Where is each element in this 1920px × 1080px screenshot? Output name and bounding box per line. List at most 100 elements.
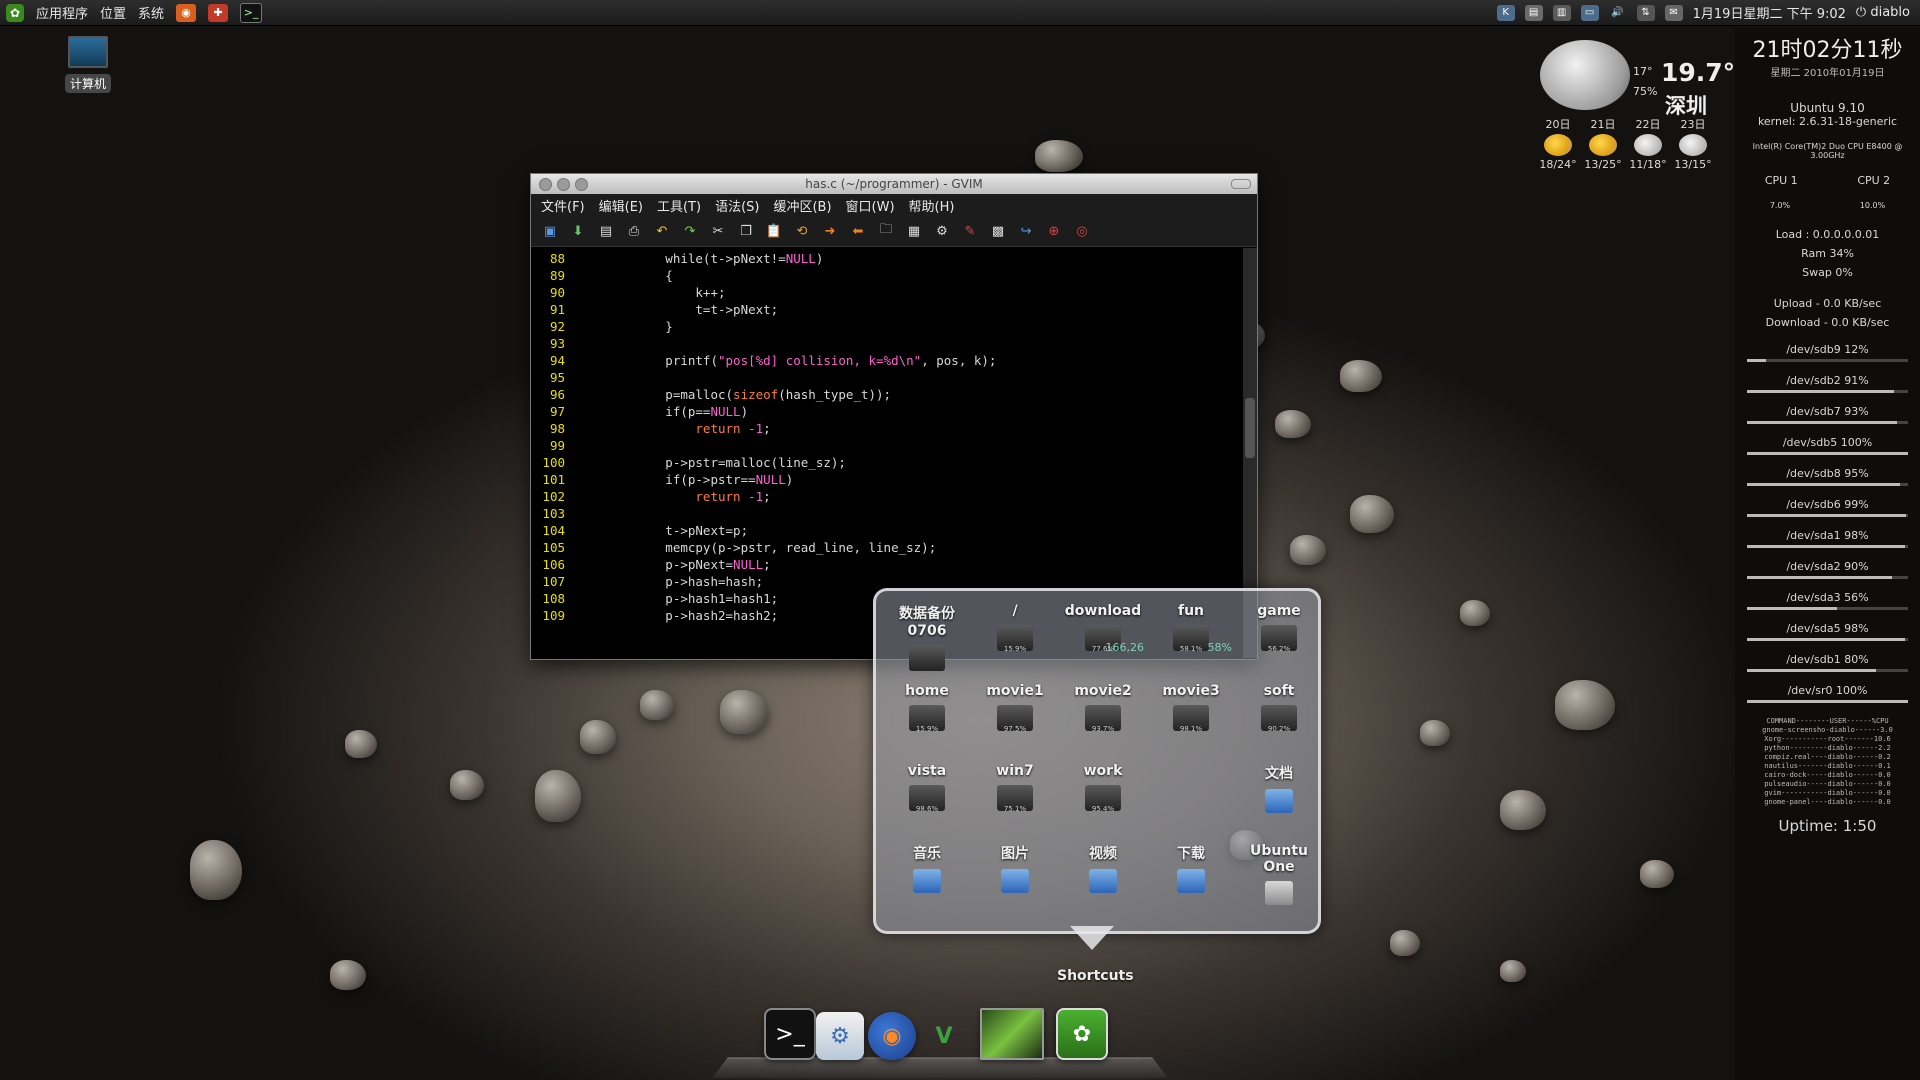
menu-window[interactable]: 窗口(W) (846, 196, 895, 215)
shortcut-item[interactable]: movie3 98.1% (1146, 683, 1236, 733)
tray-screen-icon[interactable]: ▭ (1580, 4, 1599, 21)
forecast-day: 20日 18/24° (1537, 116, 1579, 171)
save-all-icon[interactable]: ▤ (595, 220, 617, 242)
shortcut-item[interactable]: fun 58.1% 58% (1146, 603, 1236, 654)
dock-shelf (711, 1057, 1169, 1079)
tray-clipboard-icon[interactable]: ▥ (1552, 4, 1571, 21)
shortcut-item[interactable]: movie1 97.5% (970, 683, 1060, 733)
load-session-icon[interactable]: 🗀 (875, 220, 897, 242)
user-menu[interactable]: ⏻ diablo (1856, 5, 1910, 20)
tray-network-monitor-icon[interactable]: ▤ (1524, 4, 1543, 21)
maximize-button[interactable] (575, 178, 588, 191)
minimize-button[interactable] (557, 178, 570, 191)
make-icon[interactable]: ✎ (959, 220, 981, 242)
disk-usage-bar (1747, 700, 1908, 703)
menu-tools[interactable]: 工具(T) (657, 196, 701, 215)
shortcut-item[interactable]: 文档 (1234, 763, 1324, 813)
gnome-foot-icon[interactable]: ✿ (6, 3, 24, 22)
shortcut-item[interactable]: work 95.4% (1058, 763, 1148, 813)
shortcut-item[interactable]: 图片 (970, 843, 1060, 893)
process-row: gvim-----------diablo------0.0 (1764, 789, 1891, 797)
find-replace-icon[interactable]: ⟲ (791, 220, 813, 242)
menu-applications[interactable]: 应用程序 (36, 3, 88, 22)
shortcut-item[interactable]: / 15.9% (970, 603, 1060, 653)
undo-icon[interactable]: ↶ (651, 220, 673, 242)
find-previous-icon[interactable]: ⬅ (847, 220, 869, 242)
hard-drive-icon: 56.2% (1261, 625, 1297, 653)
shortcut-item[interactable]: 下载 (1146, 843, 1236, 893)
code-line: 93 (531, 335, 1241, 352)
shortcut-item[interactable]: home 15.9% (882, 683, 972, 733)
build-tags-icon[interactable]: ▩ (987, 220, 1009, 242)
code-text: p=malloc(sizeof(hash_type_t)); (575, 386, 891, 403)
code-line: 94 printf("pos[%d] collision, k=%d\n", p… (531, 352, 1241, 369)
menu-edit[interactable]: 编辑(E) (599, 196, 643, 215)
menu-places[interactable]: 位置 (100, 3, 126, 22)
window-titlebar[interactable]: has.c (~/programmer) - GVIM (531, 174, 1257, 194)
process-row: gnome-screensho-diablo------3.0 (1762, 726, 1893, 734)
shortcut-item[interactable]: 数据备份0706 (882, 603, 972, 671)
shortcut-label: 图片 (1001, 846, 1029, 862)
process-row: Xorg-----------root-------10.6 (1764, 735, 1891, 743)
shortcut-item[interactable]: game 56.2% (1234, 603, 1324, 653)
code-text: t=t->pNext; (575, 301, 778, 318)
cloud-icon (1634, 134, 1662, 156)
rock (330, 960, 366, 990)
cut-icon[interactable]: ✂ (707, 220, 729, 242)
save-icon[interactable]: ⬇ (567, 220, 589, 242)
mail-icon[interactable]: ✉ (1664, 4, 1683, 21)
terminal-icon[interactable]: >_ (764, 1008, 816, 1060)
redo-icon[interactable]: ↷ (679, 220, 701, 242)
save-session-icon[interactable]: ▦ (903, 220, 925, 242)
find-next-icon[interactable]: ➜ (819, 220, 841, 242)
menu-buffers[interactable]: 缓冲区(B) (773, 196, 831, 215)
shortcut-label: movie1 (986, 683, 1044, 699)
window-shade-button[interactable] (1231, 179, 1251, 189)
terminal-launcher-icon[interactable]: >_ (240, 2, 263, 23)
vim-icon[interactable]: V (920, 1012, 968, 1060)
menu-file[interactable]: 文件(F) (541, 196, 585, 215)
forecast-temp: 11/18° (1629, 158, 1667, 171)
gnome-foot-icon[interactable]: ✿ (1056, 1008, 1108, 1060)
scrollbar-thumb[interactable] (1245, 398, 1255, 458)
disk-usage-bar (1747, 576, 1908, 579)
shortcut-item[interactable]: Ubuntu One (1234, 843, 1324, 905)
disk-usage-item: /dev/sda3 56% (1735, 591, 1920, 610)
shortcut-item[interactable]: 音乐 (882, 843, 972, 893)
settings-icon[interactable]: ⚙ (816, 1012, 864, 1060)
shortcut-item[interactable]: soft 90.2% (1234, 683, 1324, 733)
disk-usage-label: /dev/sdb6 99% (1786, 498, 1869, 511)
panel-clock[interactable]: 1月19日星期二 下午 9:02 (1693, 3, 1846, 22)
paste-icon[interactable]: 📋 (763, 220, 785, 242)
code-text: k++; (575, 284, 725, 301)
copy-icon[interactable]: ❐ (735, 220, 757, 242)
volume-icon[interactable]: 🔊 (1609, 5, 1627, 21)
menu-help[interactable]: 帮助(H) (909, 196, 955, 215)
cairo-dock: >_ ⚙ ◉ V ✿ (700, 1008, 1180, 1080)
shortcut-item[interactable]: win7 75.1% (970, 763, 1060, 813)
network-icon[interactable]: ⇅ (1636, 4, 1655, 21)
firefox-icon[interactable]: ◉ (868, 1012, 916, 1060)
line-number: 102 (542, 489, 565, 504)
tray-app-icon[interactable]: K (1496, 4, 1515, 21)
disk-usage-bar (1747, 545, 1908, 548)
close-button[interactable] (539, 178, 552, 191)
jump-tag-icon[interactable]: ↪ (1015, 220, 1037, 242)
print-icon[interactable]: ⎙ (623, 220, 645, 242)
shortcut-item[interactable]: vista 98.6% (882, 763, 972, 813)
desktop-computer-shortcut[interactable]: 计算机 (62, 36, 114, 93)
firefox-launcher-icon[interactable]: ◉ (176, 3, 197, 22)
help-lifebuoy-icon[interactable]: ✚ (208, 3, 229, 22)
run-script-icon[interactable]: ⚙ (931, 220, 953, 242)
help-icon[interactable]: ⊕ (1043, 220, 1065, 242)
rock (190, 840, 242, 900)
image-viewer-icon[interactable] (980, 1008, 1044, 1060)
menu-syntax[interactable]: 语法(S) (715, 196, 759, 215)
shortcut-item[interactable]: 视频 (1058, 843, 1148, 893)
menu-system[interactable]: 系统 (138, 3, 164, 22)
shortcut-item[interactable]: download 77.6% 166,26 (1058, 603, 1148, 654)
open-file-icon[interactable]: ▣ (539, 220, 561, 242)
find-help-icon[interactable]: ◎ (1071, 220, 1093, 242)
shortcut-item[interactable]: movie2 93.7% (1058, 683, 1148, 733)
code-token: t->pNext=p; (575, 523, 749, 538)
